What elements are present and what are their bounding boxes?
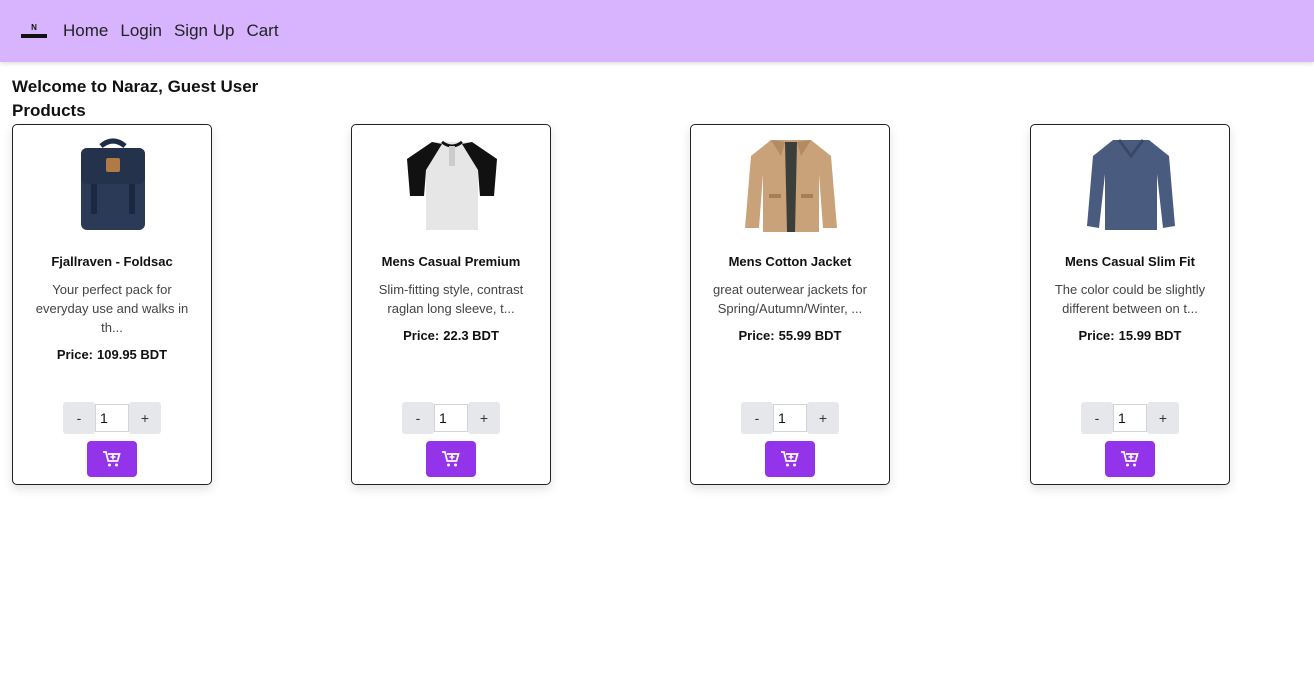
add-to-cart-button[interactable] bbox=[1105, 441, 1155, 477]
navbar: N Home Login Sign Up Cart bbox=[0, 0, 1314, 62]
quantity-input[interactable] bbox=[1113, 404, 1147, 432]
quantity-input[interactable] bbox=[773, 404, 807, 432]
product-price: Price: 55.99 BDT bbox=[691, 328, 889, 343]
increase-quantity-button[interactable]: + bbox=[1147, 402, 1179, 434]
decrease-quantity-button[interactable]: - bbox=[402, 402, 434, 434]
product-card: Mens Casual Premium Slim-fitting style, … bbox=[351, 124, 551, 485]
add-to-cart-button[interactable] bbox=[765, 441, 815, 477]
price-label: Price: bbox=[403, 328, 440, 343]
increase-quantity-button[interactable]: + bbox=[468, 402, 500, 434]
product-image-raglan-shirt bbox=[402, 131, 502, 237]
add-to-cart-button[interactable] bbox=[87, 441, 137, 477]
product-description: great outerwear jackets for Spring/Autum… bbox=[713, 282, 867, 316]
product-image-backpack bbox=[63, 131, 163, 237]
product-title: Mens Casual Slim Fit bbox=[1064, 254, 1196, 269]
price-label: Price: bbox=[738, 328, 775, 343]
product-description: The color could be slightly different be… bbox=[1054, 282, 1206, 316]
price-value: 15.99 BDT bbox=[1118, 328, 1182, 343]
logo-bar bbox=[21, 34, 47, 38]
cart-plus-icon bbox=[781, 451, 799, 467]
quantity-stepper: - + bbox=[1081, 402, 1179, 434]
nav-home-link[interactable]: Home bbox=[63, 21, 108, 41]
product-description: Slim-fitting style, contrast raglan long… bbox=[378, 282, 524, 316]
price-label: Price: bbox=[56, 347, 94, 362]
cart-plus-icon bbox=[103, 451, 121, 467]
nav-cart-link[interactable]: Cart bbox=[246, 21, 278, 41]
decrease-quantity-button[interactable]: - bbox=[63, 402, 95, 434]
price-value: 22.3 BDT bbox=[443, 328, 499, 343]
logo-letter: N bbox=[31, 23, 37, 32]
product-title: Mens Cotton Jacket bbox=[728, 254, 852, 269]
cart-plus-icon bbox=[442, 451, 460, 467]
increase-quantity-button[interactable]: + bbox=[129, 402, 161, 434]
product-price: Price: 109.95 BDT bbox=[13, 347, 211, 362]
nav-login-link[interactable]: Login bbox=[120, 21, 162, 41]
nav-signup-link[interactable]: Sign Up bbox=[174, 21, 234, 41]
quantity-stepper: - + bbox=[63, 402, 161, 434]
price-value: 55.99 BDT bbox=[778, 328, 842, 343]
product-image-jacket bbox=[741, 131, 841, 237]
quantity-input[interactable] bbox=[95, 404, 129, 432]
products-heading: Products bbox=[12, 101, 86, 120]
cart-plus-icon bbox=[1121, 451, 1139, 467]
quantity-input[interactable] bbox=[434, 404, 468, 432]
quantity-stepper: - + bbox=[741, 402, 839, 434]
brand-logo[interactable]: N bbox=[20, 21, 48, 41]
increase-quantity-button[interactable]: + bbox=[807, 402, 839, 434]
quantity-stepper: - + bbox=[402, 402, 500, 434]
welcome-message: Welcome to Naraz, Guest User bbox=[12, 77, 259, 96]
product-description: Your perfect pack for everyday use and w… bbox=[35, 282, 189, 335]
product-card: Mens Cotton Jacket great outerwear jacke… bbox=[690, 124, 890, 485]
product-card: Mens Casual Slim Fit The color could be … bbox=[1030, 124, 1230, 485]
product-title: Fjallraven - Foldsac bbox=[51, 254, 173, 269]
product-price: Price: 22.3 BDT bbox=[352, 328, 550, 343]
product-card: Fjallraven - Foldsac Your perfect pack f… bbox=[12, 124, 212, 485]
price-label: Price: bbox=[1078, 328, 1115, 343]
price-value: 109.95 BDT bbox=[97, 347, 168, 362]
product-title: Mens Casual Premium bbox=[381, 254, 521, 269]
add-to-cart-button[interactable] bbox=[426, 441, 476, 477]
product-price: Price: 15.99 BDT bbox=[1031, 328, 1229, 343]
decrease-quantity-button[interactable]: - bbox=[1081, 402, 1113, 434]
product-image-long-sleeve-shirt bbox=[1081, 131, 1181, 237]
decrease-quantity-button[interactable]: - bbox=[741, 402, 773, 434]
